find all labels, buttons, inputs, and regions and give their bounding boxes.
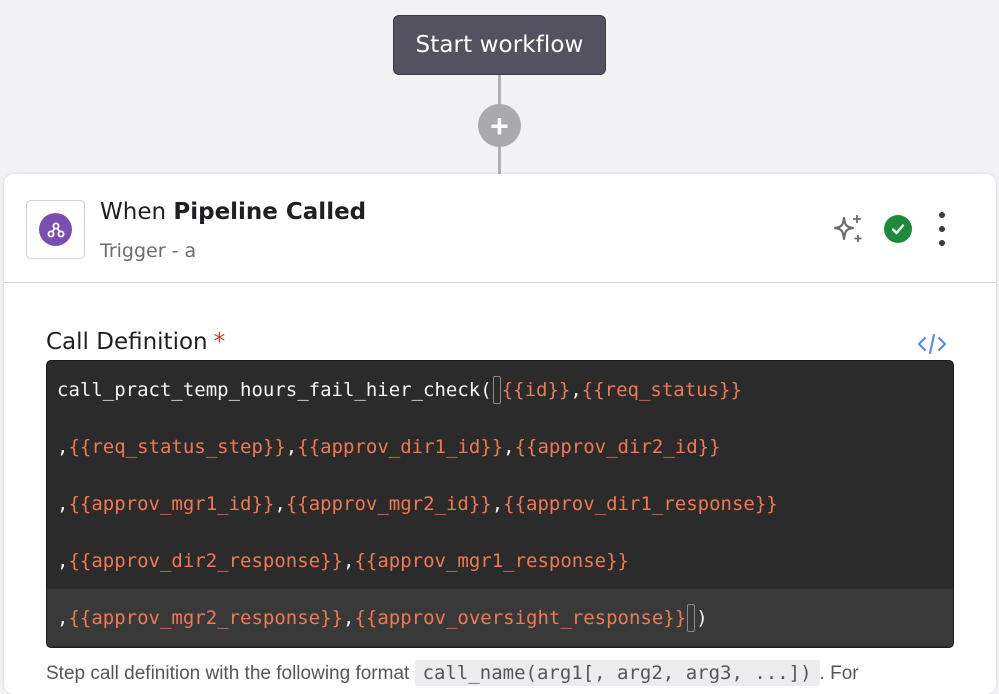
step-card: When Pipeline Called Trigger - a Call De…	[4, 174, 996, 694]
code-text: ,	[285, 435, 298, 458]
plus-icon: +	[490, 107, 509, 144]
code-text: ,	[343, 549, 355, 572]
code-text: ,	[491, 492, 504, 515]
code-text: ,	[57, 606, 69, 629]
code-text: ,	[570, 378, 582, 401]
code-icon[interactable]	[916, 332, 948, 356]
required-marker: *	[213, 329, 226, 355]
code-text: ,	[274, 492, 286, 515]
kebab-dot	[939, 226, 945, 232]
call-definition-editor[interactable]: call_pract_temp_hours_fail_hier_check( {{…	[46, 360, 954, 648]
bracket-match-marker	[687, 603, 696, 632]
code-variable: {{approv_dir2_response}}	[68, 549, 343, 572]
check-circle-icon	[884, 215, 912, 243]
connector-line-bottom	[498, 147, 501, 175]
code-text: ,	[57, 549, 69, 572]
bracket-match-marker	[492, 375, 501, 404]
call-definition-label: Call Definition *	[46, 329, 225, 355]
help-format-code: call_name(arg1[, arg2, arg3, ...])	[414, 660, 820, 686]
step-title-prefix: When	[100, 199, 174, 225]
code-variable: {{approv_oversight_response}}	[354, 606, 687, 629]
code-variable: {{approv_mgr1_id}}	[68, 492, 275, 515]
code-variable: {{approv_mgr1_response}}	[354, 549, 629, 572]
kebab-dot	[939, 240, 945, 246]
code-variable: {{req_status_step}}	[68, 435, 286, 458]
add-step-button[interactable]: +	[478, 104, 521, 147]
code-text: ,	[343, 606, 355, 629]
step-card-header[interactable]: When Pipeline Called Trigger - a	[4, 174, 996, 283]
code-variable: {{req_status}}	[581, 378, 742, 401]
code-variable: {{approv_dir2_id}}	[514, 435, 721, 458]
code-line: , {{req_status_step}}, {{approv_dir1_id}},…	[47, 418, 953, 475]
step-title-name: Pipeline Called	[173, 199, 367, 225]
code-text: )	[696, 606, 708, 629]
code-text: ,	[57, 435, 69, 458]
sparkle-icon[interactable]	[831, 212, 865, 246]
code-line-active: , {{approv_mgr2_response}}, {{approv_overs…	[47, 589, 953, 646]
code-variable: {{approv_dir1_response}}	[503, 492, 778, 515]
code-variable: {{approv_dir1_id}}	[297, 435, 504, 458]
code-text: ,	[503, 435, 515, 458]
code-variable: {{id}}	[501, 378, 571, 401]
code-text: ,	[57, 492, 69, 515]
code-line: , {{approv_dir2_response}}, {{approv_mgr1_…	[47, 532, 953, 589]
kebab-dot	[939, 212, 945, 218]
code-variable: {{approv_mgr2_id}}	[285, 492, 492, 515]
connector-line-top	[498, 75, 501, 104]
call-definition-label-text: Call Definition	[46, 329, 208, 355]
code-variable: {{approv_mgr2_response}}	[68, 606, 343, 629]
code-line: call_pract_temp_hours_fail_hier_check( {{…	[47, 361, 953, 418]
pipeline-icon	[39, 213, 72, 246]
code-text: call_pract_temp_hours_fail_hier_check(	[57, 378, 492, 401]
step-subtitle: Trigger - a	[100, 240, 197, 262]
step-title: When Pipeline Called	[100, 199, 366, 225]
code-line: , {{approv_mgr1_id}}, {{approv_mgr2_id}},{…	[47, 475, 953, 532]
kebab-menu-icon[interactable]	[934, 212, 950, 246]
trigger-icon-box	[26, 200, 85, 259]
start-workflow-button[interactable]: Start workflow	[393, 15, 606, 75]
